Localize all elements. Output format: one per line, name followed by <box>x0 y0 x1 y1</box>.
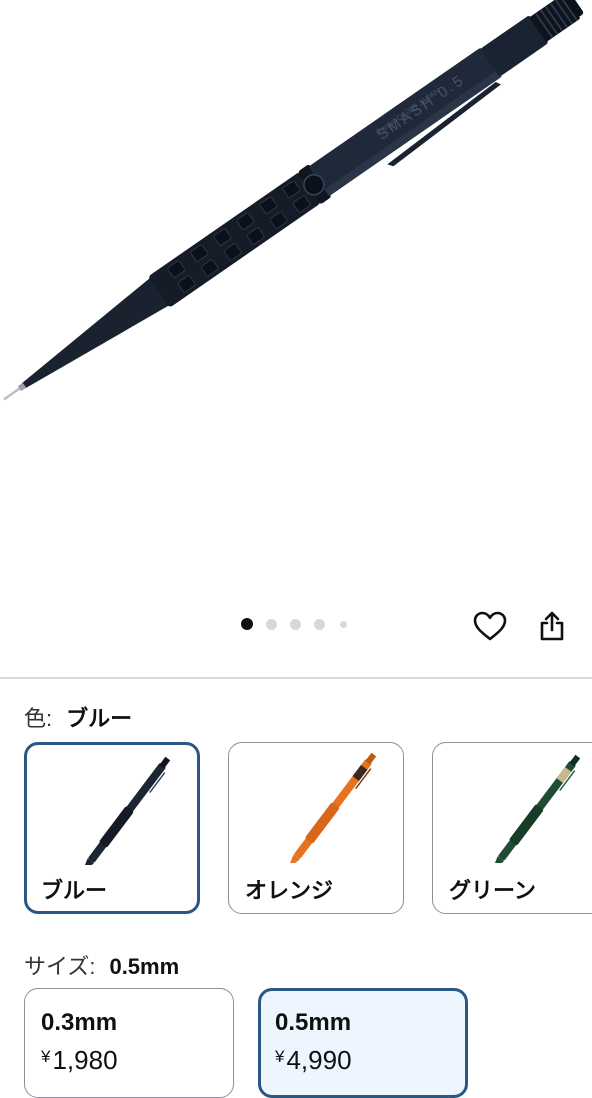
currency-symbol: ¥ <box>275 1047 285 1066</box>
color-option-green[interactable]: グリーン <box>432 742 592 914</box>
currency-symbol: ¥ <box>41 1047 51 1066</box>
heart-icon <box>473 611 507 641</box>
price-value: 1,980 <box>52 1045 118 1075</box>
size-option-label: 0.5mm <box>275 1009 352 1036</box>
size-selected-value: 0.5mm <box>109 954 180 979</box>
size-variation-label: サイズ: 0.5mm <box>24 949 179 981</box>
orange-pencil-thumbnail <box>287 752 377 863</box>
product-image[interactable]: SMASH 0.5 Pentel Q1005 JAPAN <box>0 0 592 600</box>
green-pencil-thumbnail <box>491 754 581 863</box>
price-value: 4,990 <box>286 1045 352 1075</box>
share-icon <box>540 611 564 641</box>
blue-pencil-thumbnail <box>81 756 171 865</box>
color-label: 色: <box>24 706 53 731</box>
size-option-0-3mm[interactable]: 0.3mm ¥1,980 <box>24 988 234 1098</box>
share-button[interactable] <box>530 604 574 648</box>
section-divider <box>0 677 592 679</box>
size-option-0-5mm[interactable]: 0.5mm ¥4,990 <box>258 988 468 1098</box>
size-option-label: 0.3mm <box>41 1009 118 1036</box>
color-option-label: ブルー <box>41 878 108 903</box>
carousel-dot[interactable] <box>266 619 277 630</box>
carousel-dot[interactable] <box>340 621 347 628</box>
pencil-illustration: SMASH 0.5 Pentel Q1005 JAPAN <box>3 0 584 401</box>
color-option-label: オレンジ <box>245 878 334 903</box>
wishlist-button[interactable] <box>468 604 512 648</box>
color-option-blue[interactable]: ブルー <box>24 742 200 914</box>
carousel-dot-active[interactable] <box>241 618 253 630</box>
color-option-label: グリーン <box>449 878 536 903</box>
size-option-price: ¥1,980 <box>41 1045 118 1076</box>
color-option-orange[interactable]: オレンジ <box>228 742 404 914</box>
color-selected-value: ブルー <box>66 706 133 731</box>
carousel-dot[interactable] <box>314 619 325 630</box>
color-variation-label: 色: ブルー <box>24 701 132 733</box>
carousel-dot[interactable] <box>290 619 301 630</box>
size-option-price: ¥4,990 <box>275 1045 352 1076</box>
size-label: サイズ: <box>24 954 96 979</box>
